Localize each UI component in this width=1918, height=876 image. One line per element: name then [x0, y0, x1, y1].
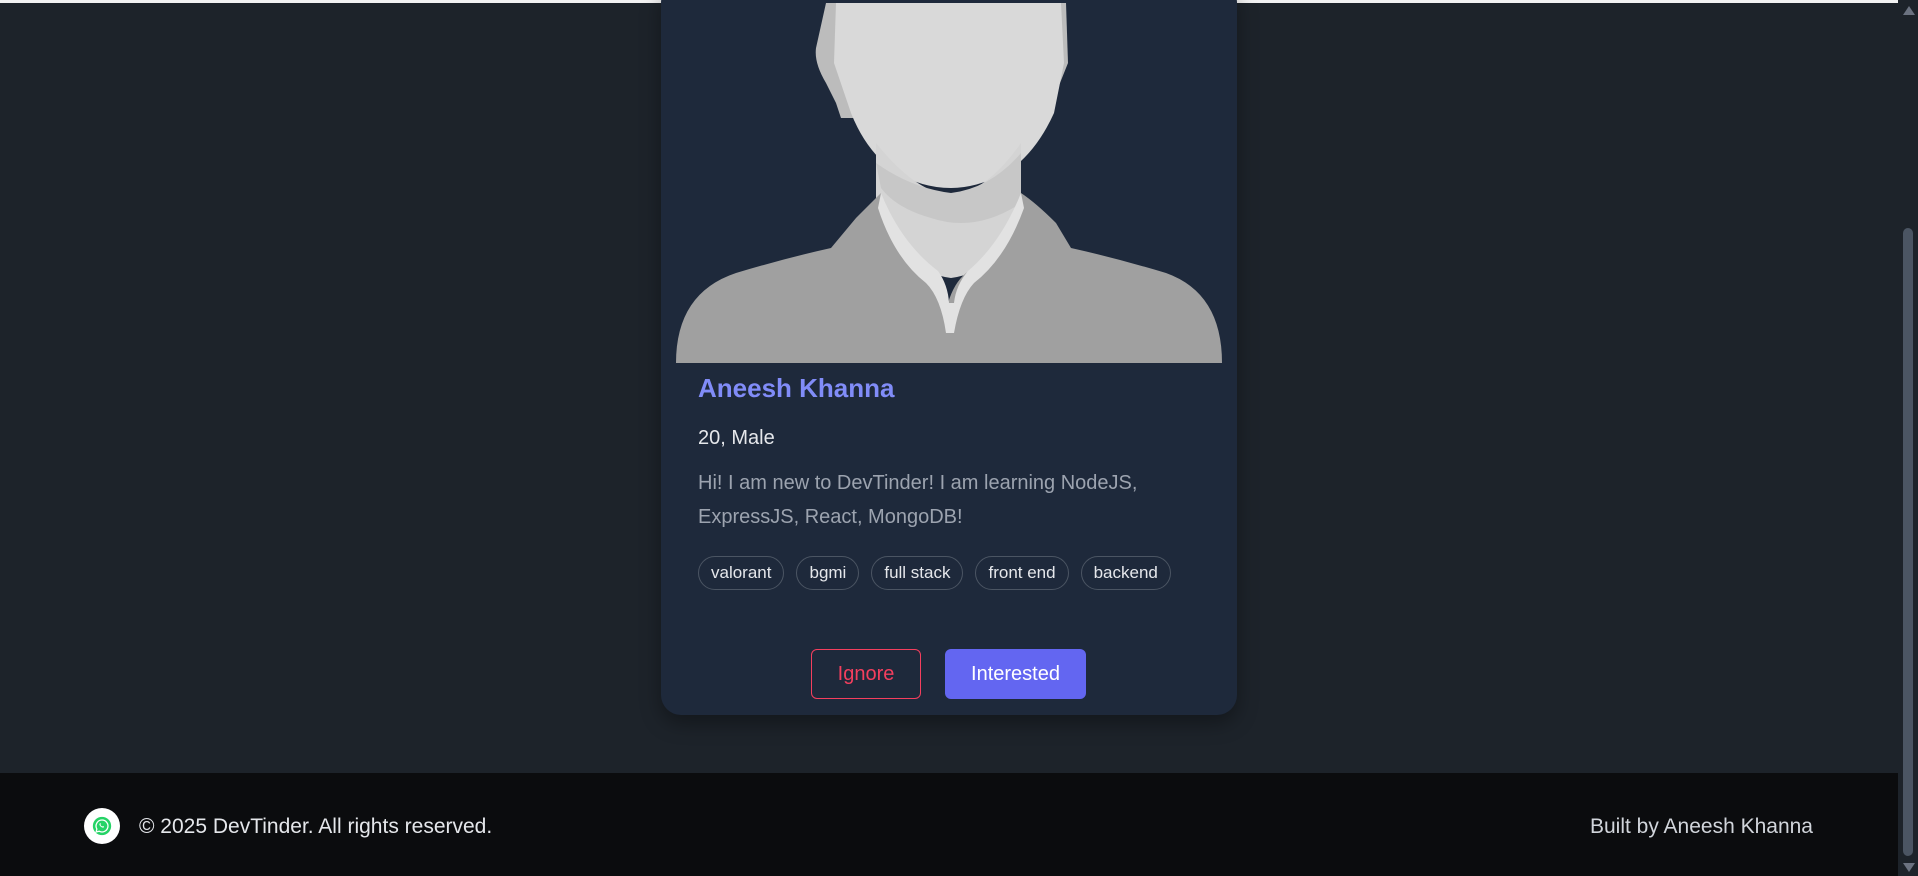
- interested-button[interactable]: Interested: [945, 649, 1086, 699]
- user-age-gender: 20, Male: [698, 427, 775, 449]
- avatar: [676, 3, 1222, 363]
- copyright-text: © 2025 DevTinder. All rights reserved.: [139, 815, 493, 838]
- scrollbar[interactable]: [1898, 0, 1918, 876]
- ignore-button[interactable]: Ignore: [811, 649, 921, 699]
- whatsapp-icon[interactable]: [84, 808, 120, 844]
- skill-badge: valorant: [698, 556, 785, 590]
- skill-badge: full stack: [871, 556, 964, 590]
- card-body: Aneesh Khanna 20, Male Hi! I am new to D…: [698, 373, 1198, 590]
- scrollbar-thumb[interactable]: [1903, 228, 1913, 856]
- built-by-text: Built by Aneesh Khanna: [1589, 815, 1813, 838]
- user-silhouette-icon: [676, 3, 1222, 363]
- user-card: Aneesh Khanna 20, Male Hi! I am new to D…: [661, 0, 1237, 715]
- scroll-down-arrow-icon[interactable]: [1903, 863, 1915, 872]
- user-about: Hi! I am new to DevTinder! I am learning…: [698, 472, 1138, 528]
- skill-badge: backend: [1080, 556, 1171, 590]
- scroll-up-arrow-icon[interactable]: [1903, 6, 1915, 15]
- footer: © 2025 DevTinder. All rights reserved. B…: [0, 773, 1898, 876]
- skills-list: valorant bgmi full stack front end backe…: [698, 556, 1198, 590]
- skill-badge: front end: [975, 556, 1069, 590]
- feed-area: Aneesh Khanna 20, Male Hi! I am new to D…: [0, 0, 1898, 773]
- user-name: Aneesh Khanna: [698, 373, 895, 403]
- card-actions: Ignore Interested: [811, 649, 1086, 699]
- skill-badge: bgmi: [796, 556, 860, 590]
